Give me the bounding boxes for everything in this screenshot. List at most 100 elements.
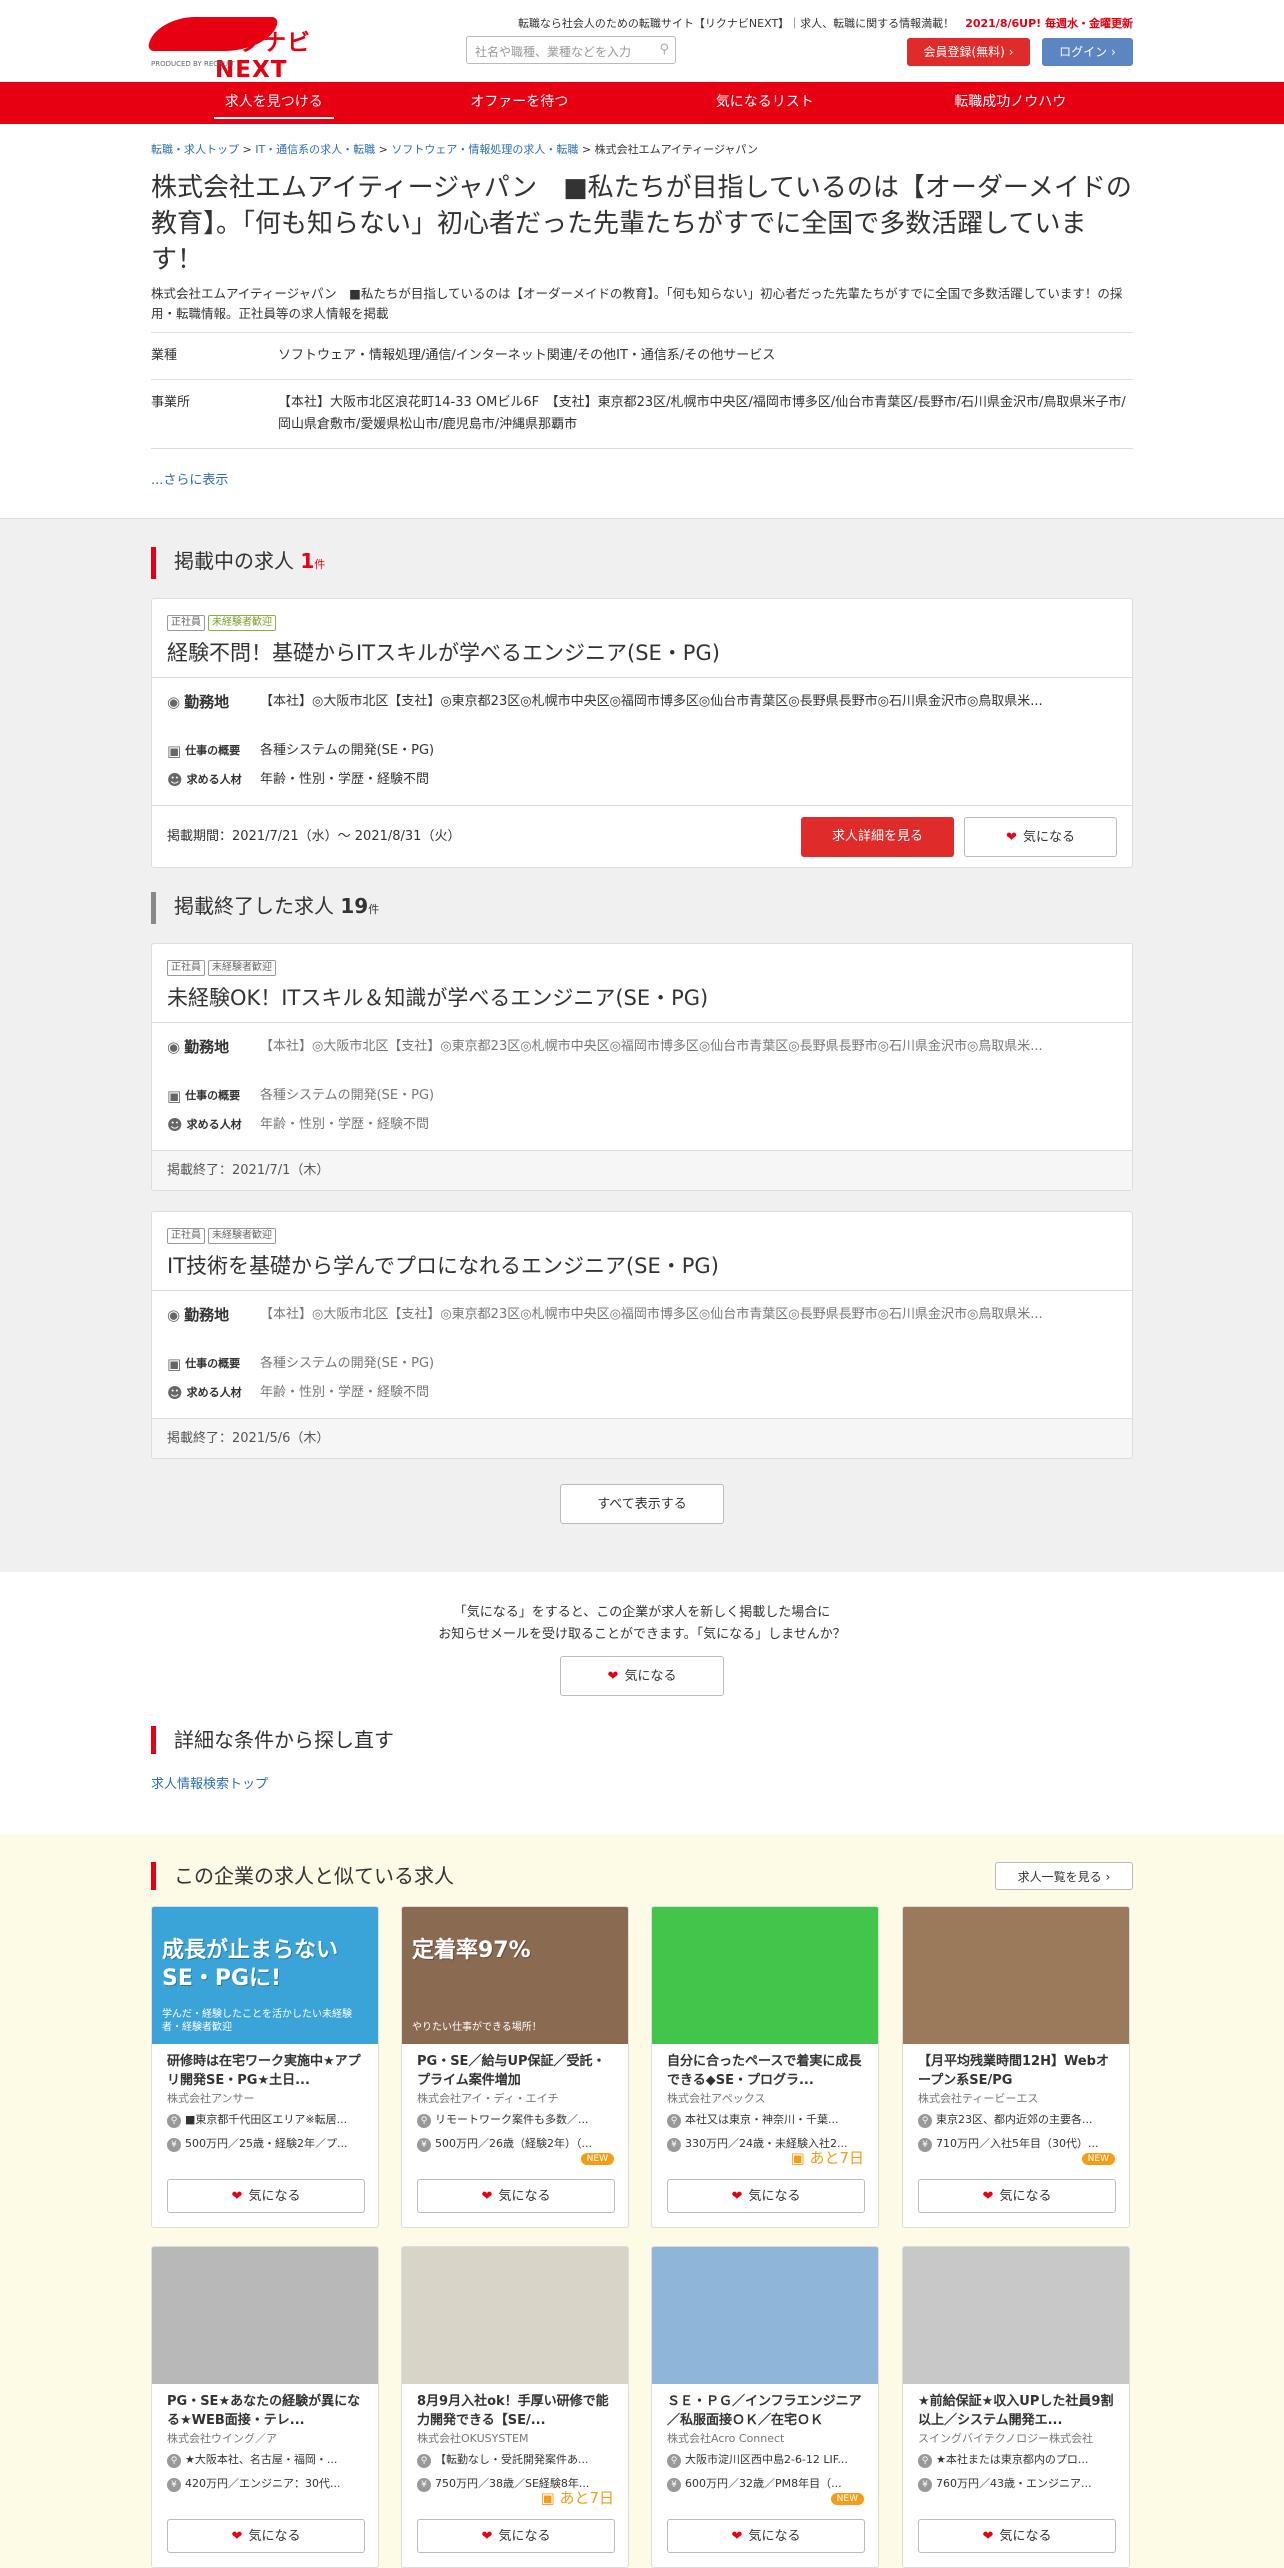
briefcase-icon: ▣: [167, 1355, 182, 1373]
similar-job-card[interactable]: ★前給保証★収入UPした社員9割以上／システム開発エ... スイングバイテクノロジ…: [902, 2246, 1130, 2568]
similar-job-title[interactable]: PG・SE／給与UP保証／受託・プライム案件増加: [417, 2052, 617, 2090]
nav-knowhow[interactable]: 転職成功ノウハウ: [888, 82, 1134, 124]
active-count: 1: [300, 549, 315, 573]
similar-job-salary: ¥710万円／入社5年目（30代）...: [918, 2135, 1118, 2152]
yen-icon: ¥: [417, 2138, 431, 2152]
person-icon: ☻: [167, 771, 183, 789]
location-label-text: 勤務地: [184, 1306, 230, 1324]
similar-job-title[interactable]: 【月平均残業時間12H】Webオープン系SE/PG: [918, 2052, 1118, 2090]
favorite-label: 気になる: [498, 2529, 551, 2544]
work-label: ▣ 仕事の概要: [167, 1087, 260, 1105]
job-location: ◉ 勤務地 【本社】◎大阪市北区【支社】◎東京都23区◎札幌市中央区◎福岡市博多区…: [167, 693, 1110, 711]
requirement-value: 年齢・性別・学歴・経験不問: [260, 1117, 430, 1132]
job-thumbnail[interactable]: [903, 1907, 1129, 2044]
similar-job-salary: ¥420万円／エンジニア：30代...: [167, 2475, 367, 2492]
search-input[interactable]: 社名や職種、業種などを入力 ⚲: [466, 36, 676, 64]
search-top-link[interactable]: 求人情報検索トップ: [151, 1773, 268, 1792]
similar-job-company: 株式会社ウイング／ア: [167, 2432, 277, 2445]
register-button[interactable]: 会員登録(無料) ›: [907, 38, 1030, 66]
similar-job-card[interactable]: 8月9月入社ok！手厚い研修で能力開発できる【SE/... 株式会社OKUSYST…: [401, 2246, 629, 2568]
favorite-button[interactable]: ❤ 気になる: [667, 2519, 865, 2553]
search-icon[interactable]: ⚲: [659, 42, 669, 57]
favorite-label: 気になる: [498, 2189, 551, 2204]
similar-job-title[interactable]: ＳＥ・ＰＧ／インフラエンジニア／私服面接ＯＫ／在宅ＯＫ: [667, 2392, 867, 2430]
tag-inexperienced: 未経験者歓迎: [208, 1228, 276, 1244]
job-tags: 正社員 未経験者歓迎: [167, 615, 276, 631]
similar-job-title[interactable]: PG・SE★あなたの経験が異になる★WEB面接・テレ...: [167, 2392, 367, 2430]
similar-job-location: ⚲ 【転勤なし・受託開発案件あ...: [417, 2451, 617, 2468]
ended-jobs-heading: 掲載終了した求人 19件: [151, 892, 379, 924]
job-title-link[interactable]: 未経験OK！ITスキル＆知識が学べるエンジニア(SE・PG): [167, 982, 708, 1012]
nav-find-jobs[interactable]: 求人を見つける: [151, 82, 397, 124]
job-title-link[interactable]: IT技術を基礎から学んでプロになれるエンジニア(SE・PG): [167, 1250, 719, 1280]
job-work: ▣ 仕事の概要 各種システムの開発(SE・PG): [167, 742, 434, 760]
similar-job-location: ⚲ 東京23区、都内近郊の主要各...: [918, 2111, 1118, 2128]
company-favorite-button[interactable]: ❤ 気になる: [560, 1656, 724, 1696]
job-requirement: ☻ 求める人材 年齢・性別・学歴・経験不問: [167, 1116, 429, 1134]
tag-inexperienced: 未経験者歓迎: [208, 960, 276, 976]
similar-job-card[interactable]: 【月平均残業時間12H】Webオープン系SE/PG 株式会社ティービーエス ⚲ 東京2…: [902, 1906, 1130, 2228]
job-thumbnail[interactable]: [402, 2247, 628, 2384]
job-thumbnail[interactable]: 定着率97% やりたい仕事ができる場所！: [402, 1907, 628, 2044]
location-pin-icon: ◉: [167, 693, 181, 711]
logo-sub: PRODUCED BY RECRUIT: [151, 60, 235, 68]
nav-wait-offers[interactable]: オファーを待つ: [397, 82, 643, 124]
location-label: ◉ 勤務地: [167, 693, 260, 711]
breadcrumb-top[interactable]: 転職・求人トップ: [151, 143, 239, 156]
favorite-label: 気になる: [748, 2189, 801, 2204]
new-badge: NEW: [830, 2493, 864, 2505]
show-all-button[interactable]: すべて表示する: [560, 1484, 724, 1524]
favorite-button[interactable]: ❤ 気になる: [918, 2179, 1116, 2213]
favorite-button[interactable]: ❤ 気になる: [417, 2179, 615, 2213]
job-requirement: ☻ 求める人材 年齢・性別・学歴・経験不問: [167, 1384, 429, 1402]
job-thumbnail[interactable]: [652, 1907, 878, 2044]
similar-job-card[interactable]: ＳＥ・ＰＧ／インフラエンジニア／私服面接ＯＫ／在宅ＯＫ 株式会社Acro Conn…: [651, 2246, 879, 2568]
similar-job-title[interactable]: 8月9月入社ok！手厚い研修で能力開発できる【SE/...: [417, 2392, 617, 2430]
similar-job-card[interactable]: 定着率97% やりたい仕事ができる場所！ PG・SE／給与UP保証／受託・プライム案…: [401, 1906, 629, 2228]
similar-job-title[interactable]: 研修時は在宅ワーク実施中★アプリ開発SE・PG★土日...: [167, 2052, 367, 2090]
similar-job-title[interactable]: ★前給保証★収入UPした社員9割以上／システム開発エ...: [918, 2392, 1118, 2430]
similar-job-title[interactable]: 自分に合ったペースで着実に成長できる◆SE・プログラ...: [667, 2052, 867, 2090]
ended-date: 掲載終了：2021/7/1（木）: [152, 1150, 1132, 1190]
favorite-button[interactable]: ❤ 気になる: [964, 817, 1117, 857]
job-location: ◉ 勤務地 【本社】◎大阪市北区【支社】◎東京都23区◎札幌市中央区◎福岡市博多区…: [167, 1038, 1110, 1056]
job-thumbnail[interactable]: [652, 2247, 878, 2384]
favorite-label: 気になる: [999, 2189, 1052, 2204]
similar-job-card[interactable]: PG・SE★あなたの経験が異になる★WEB面接・テレ... 株式会社ウイング／ア ⚲…: [151, 2246, 379, 2568]
favorite-button[interactable]: ❤ 気になる: [667, 2179, 865, 2213]
job-thumbnail[interactable]: [152, 2247, 378, 2384]
location-pin-icon: ⚲: [167, 2454, 181, 2468]
favorite-button[interactable]: ❤ 気になる: [167, 2519, 365, 2553]
work-label: ▣ 仕事の概要: [167, 742, 260, 760]
job-detail-button[interactable]: 求人詳細を見る: [801, 817, 954, 857]
similar-job-company: 株式会社OKUSYSTEM: [417, 2432, 529, 2445]
similar-job-card[interactable]: 成長が止まらないSE・PGに! 学んだ・経験したことを活かしたい未経験者・経験者歓…: [151, 1906, 379, 2228]
job-thumbnail[interactable]: 成長が止まらないSE・PGに! 学んだ・経験したことを活かしたい未経験者・経験者歓…: [152, 1907, 378, 2044]
rikunabi-next-logo[interactable]: リクナビNEXT PRODUCED BY RECRUIT: [147, 17, 356, 83]
show-more-link[interactable]: ...さらに表示: [151, 469, 228, 488]
work-label: ▣ 仕事の概要: [167, 1355, 260, 1373]
breadcrumb-it[interactable]: IT・通信系の求人・転職: [255, 143, 375, 156]
breadcrumb-software[interactable]: ソフトウェア・情報処理の求人・転職: [391, 143, 578, 156]
favorite-button[interactable]: ❤ 気になる: [167, 2179, 365, 2213]
job-thumbnail[interactable]: [903, 2247, 1129, 2384]
job-card: 正社員 未経験者歓迎 経験不問！基礎からITスキルが学べるエンジニア(SE・PG…: [151, 598, 1133, 868]
work-value: 各種システムの開発(SE・PG): [260, 743, 435, 758]
favorite-label: 気になる: [624, 1669, 677, 1684]
favorite-button[interactable]: ❤ 気になる: [918, 2519, 1116, 2553]
yen-icon: ¥: [918, 2138, 932, 2152]
favorite-button[interactable]: ❤ 気になる: [417, 2519, 615, 2553]
login-button[interactable]: ログイン ›: [1042, 38, 1133, 66]
similar-job-card[interactable]: 自分に合ったペースで着実に成長できる◆SE・プログラ... 株式会社アペックス ⚲ 本…: [651, 1906, 879, 2228]
briefcase-icon: ▣: [167, 742, 182, 760]
tag-fulltime: 正社員: [167, 615, 205, 631]
similar-job-salary: ¥600万円／32歳／PM8年目（...: [667, 2475, 867, 2492]
job-title-link[interactable]: 経験不問！基礎からITスキルが学べるエンジニア(SE・PG): [167, 637, 720, 667]
person-icon: ☻: [167, 1116, 183, 1134]
job-list-button[interactable]: 求人一覧を見る ›: [995, 1862, 1133, 1890]
favorite-label: 気になる: [248, 2529, 301, 2544]
job-work: ▣ 仕事の概要 各種システムの開発(SE・PG): [167, 1355, 434, 1373]
work-label-text: 仕事の概要: [185, 1357, 241, 1370]
requirement-value: 年齢・性別・学歴・経験不問: [260, 772, 430, 787]
nav-favorites[interactable]: 気になるリスト: [642, 82, 888, 124]
